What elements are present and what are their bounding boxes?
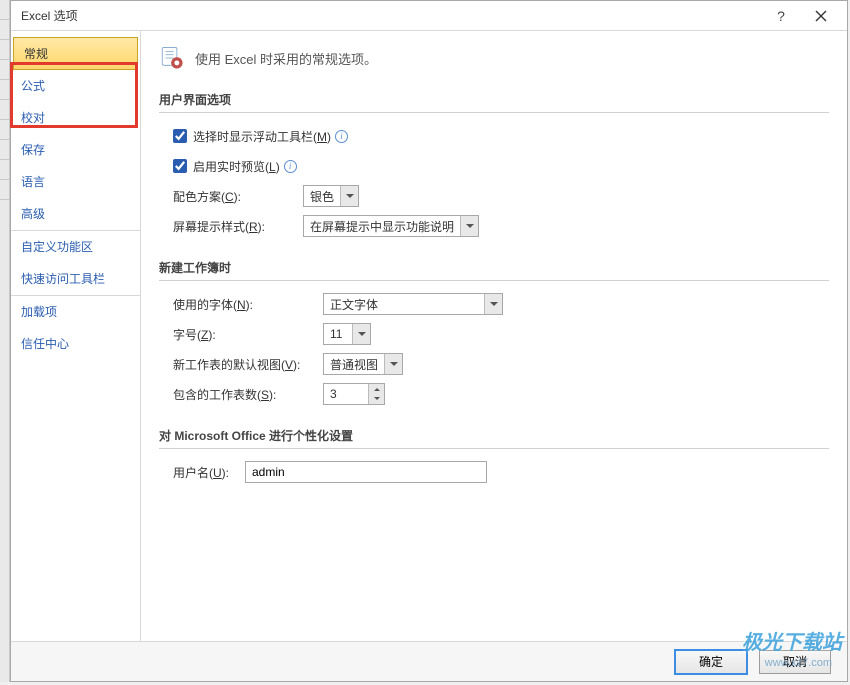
chevron-down-icon bbox=[384, 354, 402, 374]
spin-down-icon[interactable] bbox=[369, 394, 384, 404]
group-personal: 用户名(U): bbox=[159, 461, 829, 483]
sidebar-item-customize-ribbon[interactable]: 自定义功能区 bbox=[11, 230, 140, 263]
sidebar-item-formulas[interactable]: 公式 bbox=[11, 70, 140, 102]
sidebar-item-proofing[interactable]: 校对 bbox=[11, 102, 140, 134]
close-icon bbox=[815, 10, 827, 22]
label-username: 用户名(U): bbox=[173, 464, 245, 481]
chevron-down-icon bbox=[484, 294, 502, 314]
info-icon[interactable]: i bbox=[335, 130, 348, 143]
spin-up-icon[interactable] bbox=[369, 384, 384, 394]
section-title-new: 新建工作簿时 bbox=[159, 255, 829, 281]
info-icon[interactable]: i bbox=[284, 160, 297, 173]
section-title-personal: 对 Microsoft Office 进行个性化设置 bbox=[159, 423, 829, 449]
sidebar-item-save[interactable]: 保存 bbox=[11, 134, 140, 166]
label-color-scheme: 配色方案(C): bbox=[173, 188, 303, 205]
checkbox-live-preview[interactable] bbox=[173, 159, 187, 173]
label-sheet-count: 包含的工作表数(S): bbox=[173, 386, 323, 403]
ok-button[interactable]: 确定 bbox=[675, 650, 747, 674]
cancel-button[interactable]: 取消 bbox=[759, 650, 831, 674]
sidebar-item-language[interactable]: 语言 bbox=[11, 166, 140, 198]
combo-tooltip-style[interactable]: 在屏幕提示中显示功能说明 bbox=[303, 215, 479, 237]
titlebar: Excel 选项 ? bbox=[11, 1, 847, 31]
sidebar-item-general[interactable]: 常规 bbox=[13, 37, 138, 70]
input-username[interactable] bbox=[245, 461, 487, 483]
chevron-down-icon bbox=[352, 324, 370, 344]
label-tooltip-style: 屏幕提示样式(R): bbox=[173, 218, 303, 235]
sidebar-item-qat[interactable]: 快速访问工具栏 bbox=[11, 263, 140, 295]
sidebar: 常规 公式 校对 保存 语言 高级 自定义功能区 快速访问工具栏 加载项 信任中… bbox=[11, 31, 141, 641]
label-live-preview: 启用实时预览(L) bbox=[193, 158, 280, 175]
combo-color-scheme[interactable]: 银色 bbox=[303, 185, 359, 207]
combo-fontsize[interactable]: 11 bbox=[323, 323, 371, 345]
sidebar-item-advanced[interactable]: 高级 bbox=[11, 198, 140, 230]
close-button[interactable] bbox=[801, 2, 841, 30]
sidebar-item-trust-center[interactable]: 信任中心 bbox=[11, 328, 140, 360]
sidebar-item-addins[interactable]: 加载项 bbox=[11, 295, 140, 328]
options-icon bbox=[159, 45, 185, 71]
content-area: 使用 Excel 时采用的常规选项。 用户界面选项 选择时显示浮动工具栏(M) … bbox=[141, 31, 847, 641]
label-default-view: 新工作表的默认视图(V): bbox=[173, 356, 323, 373]
label-font: 使用的字体(N): bbox=[173, 296, 323, 313]
label-floating-toolbar: 选择时显示浮动工具栏(M) bbox=[193, 128, 331, 145]
spinner-sheet-count[interactable]: 3 bbox=[323, 383, 385, 405]
help-button[interactable]: ? bbox=[761, 2, 801, 30]
window-title: Excel 选项 bbox=[21, 7, 761, 24]
checkbox-floating-toolbar[interactable] bbox=[173, 129, 187, 143]
page-header: 使用 Excel 时采用的常规选项。 bbox=[159, 45, 829, 71]
excel-options-dialog: Excel 选项 ? 常规 公式 校对 保存 语言 高级 自定义功能区 快速访问… bbox=[10, 0, 848, 682]
combo-default-view[interactable]: 普通视图 bbox=[323, 353, 403, 375]
dialog-footer: 确定 取消 bbox=[11, 641, 847, 681]
workbook-left-strip bbox=[0, 0, 10, 682]
chevron-down-icon bbox=[460, 216, 478, 236]
label-fontsize: 字号(Z): bbox=[173, 326, 323, 343]
group-new: 使用的字体(N): 正文字体 字号(Z): 11 新工作表的默认视图(V): bbox=[159, 293, 829, 405]
group-ui: 选择时显示浮动工具栏(M) i 启用实时预览(L) i 配色方案(C): 银色 bbox=[159, 125, 829, 237]
page-subtitle: 使用 Excel 时采用的常规选项。 bbox=[195, 49, 377, 68]
chevron-down-icon bbox=[340, 186, 358, 206]
combo-font[interactable]: 正文字体 bbox=[323, 293, 503, 315]
section-title-ui: 用户界面选项 bbox=[159, 87, 829, 113]
dialog-body: 常规 公式 校对 保存 语言 高级 自定义功能区 快速访问工具栏 加载项 信任中… bbox=[11, 31, 847, 641]
